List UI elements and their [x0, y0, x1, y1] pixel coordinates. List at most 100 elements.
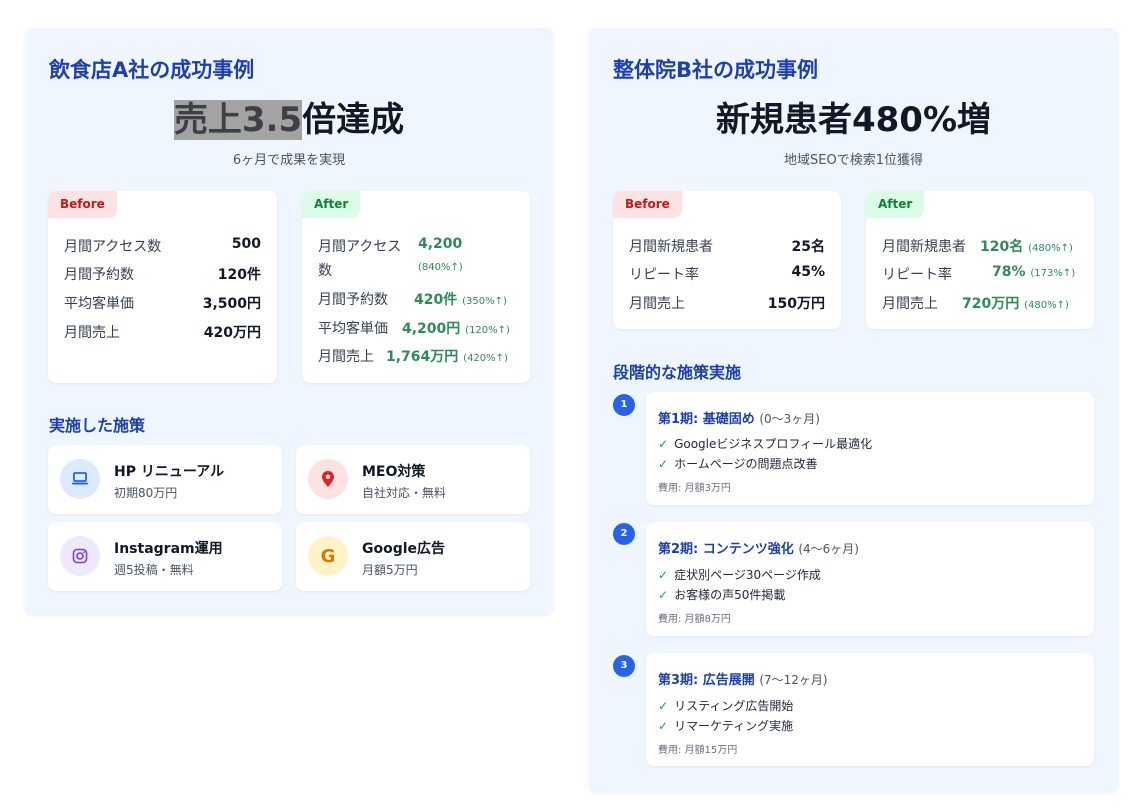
metric-label: 平均客単価: [318, 321, 388, 337]
google-icon: G: [308, 536, 348, 576]
metric-value: 45%: [791, 264, 825, 280]
before-card: Before 月間アクセス数 500 月間予約数 120件 平均客単価 3,50…: [48, 191, 277, 383]
metric-value-text: 720万円: [962, 296, 1020, 312]
check-item: ✓ リスティング広告開始: [658, 697, 793, 714]
measure-name: Instagram運用: [114, 541, 223, 557]
step-cost: 費用: 月額8万円: [658, 614, 731, 625]
step-number-2: 2: [613, 523, 635, 545]
check-item-text: お客様の声50件掲載: [674, 588, 786, 602]
metric-label: 月間売上: [64, 325, 120, 341]
before-badge: Before: [48, 191, 117, 218]
metric-value: 500: [231, 236, 261, 252]
metric-label: 月間売上: [629, 296, 685, 312]
metric-label: 月間予約数: [318, 292, 388, 308]
case-title: 整体院B社の成功事例: [613, 58, 819, 82]
metric-value: 3,500円: [202, 296, 261, 312]
measures-title: 実施した施策: [49, 416, 146, 435]
step-title-text: 第1期: 基礎固め: [658, 412, 755, 427]
measure-card-meo[interactable]: MEO対策 自社対応・無料: [296, 445, 530, 514]
step-title-text: 第3期: 広告展開: [658, 673, 755, 688]
metric-value-text: 78%: [992, 264, 1026, 280]
step-number-1: 1: [613, 394, 635, 416]
metric-label: リピート率: [629, 267, 699, 283]
metric-label: 月間アクセス: [318, 239, 402, 255]
check-item: ✓ Googleビジネスプロフィール最適化: [658, 435, 872, 452]
measure-name: HP リニューアル: [114, 464, 225, 480]
step-period: (7〜12ヶ月): [759, 673, 828, 687]
measure-card-instagram[interactable]: Instagram運用 週5投稿・無料: [48, 522, 282, 591]
measure-name: MEO対策: [362, 464, 426, 480]
headline-rest: 倍達成: [302, 100, 405, 140]
metric-value: 78% (173%↑): [992, 264, 1075, 280]
metric-label: 平均客単価: [64, 296, 134, 312]
metric-value-text: 4,200円: [402, 321, 461, 337]
check-item: ✓ リマーケティング実施: [658, 717, 793, 734]
after-card: After 月間新規患者 120名 (480%↑) リピート率 78% (173…: [866, 191, 1094, 329]
subline: 地域SEOで検索1位獲得: [784, 153, 923, 168]
step-cost: 費用: 月額15万円: [658, 745, 738, 756]
check-item-text: 症状別ページ30ページ作成: [674, 568, 821, 582]
metric-change: (480%↑): [1028, 243, 1073, 254]
measure-desc: 初期80万円: [114, 486, 178, 500]
metric-value: 4,200円 (120%↑): [402, 318, 510, 338]
steps-title: 段階的な施策実施: [613, 363, 742, 382]
metric-label: リピート率: [882, 267, 952, 283]
measure-desc: 自社対応・無料: [362, 486, 447, 500]
headline-highlight: 売上3.5: [173, 100, 303, 140]
check-item: ✓ 症状別ページ30ページ作成: [658, 566, 821, 583]
step-card-2: 第2期: コンテンツ強化 (4〜6ヶ月) ✓ 症状別ページ30ページ作成 ✓ お客様…: [646, 522, 1094, 636]
metric-label-wrap: 数: [318, 263, 332, 279]
metric-label: 月間売上: [318, 349, 374, 365]
metric-label: 月間新規患者: [629, 239, 713, 255]
metric-value-text: 1,764万円: [386, 349, 459, 365]
step-number-3: 3: [613, 655, 635, 677]
measure-desc: 週5投稿・無料: [114, 563, 194, 577]
subline: 6ヶ月で成果を実現: [232, 153, 346, 168]
metric-change: (350%↑): [462, 296, 507, 307]
measure-name: Google広告: [362, 541, 446, 557]
check-item-text: ホームページの問題点改善: [674, 457, 818, 471]
measure-desc: 月額5万円: [362, 563, 418, 577]
after-card: After 月間アクセス 数 4,200 (840%↑) 月間予約数 420件 …: [302, 191, 530, 383]
metric-value: 420万円: [203, 325, 261, 341]
check-item-text: Googleビジネスプロフィール最適化: [674, 437, 873, 451]
case-study-clinic-b: 整体院B社の成功事例 新規患者480%増 地域SEOで検索1位獲得 Before…: [589, 28, 1118, 792]
metric-label: 月間予約数: [64, 267, 134, 283]
metric-value: 150万円: [767, 296, 825, 312]
check-item-text: リマーケティング実施: [674, 719, 794, 733]
case-title: 飲食店A社の成功事例: [49, 58, 255, 82]
metric-value: 1,764万円 (420%↑): [386, 346, 508, 366]
step-period: (4〜6ヶ月): [798, 542, 859, 556]
metric-value: 120件: [217, 267, 261, 283]
measure-card-google-ads[interactable]: G Google広告 月額5万円: [296, 522, 530, 591]
metric-change: (480%↑): [1024, 300, 1069, 311]
metric-value: 120名 (480%↑): [980, 236, 1073, 256]
headline: 新規患者480%増: [715, 100, 992, 140]
headline: 売上3.5倍達成: [25, 98, 553, 142]
metric-label: 月間新規患者: [882, 239, 966, 255]
metric-label: 月間売上: [882, 296, 938, 312]
metric-value: 4,200: [418, 236, 463, 252]
metric-value: 25名: [791, 239, 825, 255]
metric-change: (420%↑): [463, 353, 508, 364]
metric-change: (840%↑): [418, 262, 463, 273]
step-title-text: 第2期: コンテンツ強化: [658, 542, 794, 557]
metric-value: 720万円 (480%↑): [962, 293, 1069, 313]
check-icon: ✓: [658, 437, 669, 451]
check-icon: ✓: [658, 588, 669, 602]
measure-card-hp-renewal[interactable]: HP リニューアル 初期80万円: [48, 445, 282, 514]
case-study-restaurant-a: 飲食店A社の成功事例 売上3.5倍達成 6ヶ月で成果を実現 Before 月間ア…: [25, 28, 553, 615]
metric-change: (173%↑): [1030, 268, 1076, 279]
step-card-1: 第1期: 基礎固め (0〜3ヶ月) ✓ Googleビジネスプロフィール最適化 ✓…: [646, 392, 1094, 505]
metric-value-text: 420件: [414, 292, 458, 308]
before-card: Before 月間新規患者 25名 リピート率 45% 月間売上 150万円: [613, 191, 841, 329]
instagram-icon: [60, 536, 100, 576]
metric-change: (120%↑): [465, 325, 510, 336]
after-badge: After: [866, 191, 925, 218]
map-pin-icon: [308, 459, 348, 499]
after-badge: After: [302, 191, 361, 218]
metric-label: 月間アクセス数: [64, 239, 162, 255]
step-cost: 費用: 月額3万円: [658, 483, 731, 494]
step-card-3: 第3期: 広告展開 (7〜12ヶ月) ✓ リスティング広告開始 ✓ リマーケティング…: [646, 653, 1094, 766]
step-title: 第3期: 広告展開 (7〜12ヶ月): [658, 669, 828, 688]
